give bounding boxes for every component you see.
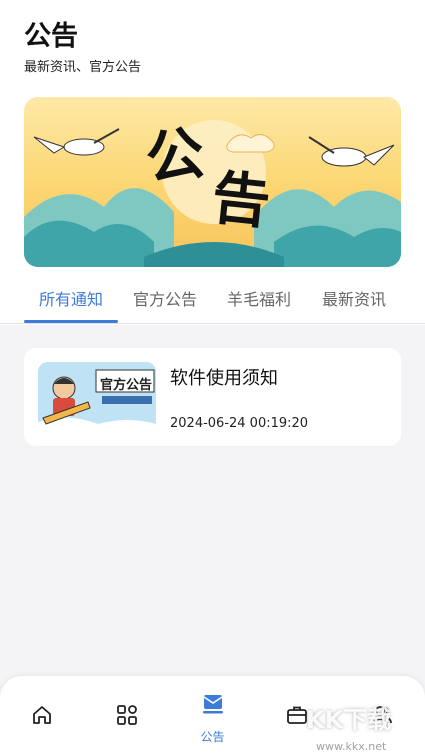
banner-char-2: 告: [208, 163, 274, 237]
thumbnail-illustration: [38, 362, 156, 432]
nav-announcements-label: 公告: [200, 730, 225, 744]
tabs-divider: [0, 323, 425, 324]
home-icon: [33, 706, 51, 724]
watermark: KK下载 www.kkx.net: [306, 700, 421, 756]
page-title: 公告: [24, 21, 78, 52]
crane-right-icon: [308, 136, 395, 167]
nav-home[interactable]: [0, 676, 85, 756]
banner-char-1: 公: [141, 118, 209, 194]
watermark-url: www.kkx.net: [316, 740, 387, 753]
announcement-banner[interactable]: 公 告: [24, 97, 401, 267]
header-area: 公告 最新资讯、官方公告 公 告 所有通知 官方公告 羊毛福利 最新资讯: [0, 0, 425, 325]
category-tabs: 所有通知 官方公告 羊毛福利 最新资讯: [0, 280, 425, 324]
notice-thumbnail: 官方公告: [38, 362, 156, 432]
crane-left-icon: [33, 128, 120, 156]
tab-all-notices[interactable]: 所有通知: [24, 286, 118, 310]
notice-title: 软件使用须知: [170, 368, 278, 389]
tab-official[interactable]: 官方公告: [118, 286, 212, 310]
tab-freebies[interactable]: 羊毛福利: [212, 286, 306, 310]
banner-illustration: [24, 120, 401, 267]
announcement-icon: [203, 695, 223, 714]
thumbnail-caption: 官方公告: [100, 378, 153, 393]
page-subtitle: 最新资讯、官方公告: [24, 60, 142, 75]
toolbox-icon: [287, 706, 307, 724]
tab-news[interactable]: 最新资讯: [307, 286, 401, 310]
watermark-brand: KK下载: [306, 706, 392, 734]
notice-card[interactable]: 官方公告 软件使用须知 2024-06-24 00:19:20: [24, 348, 401, 446]
notice-timestamp: 2024-06-24 00:19:20: [170, 416, 309, 431]
apps-grid-icon: [117, 705, 137, 725]
nav-apps[interactable]: [85, 676, 170, 756]
nav-announcements[interactable]: 公告: [170, 676, 255, 756]
